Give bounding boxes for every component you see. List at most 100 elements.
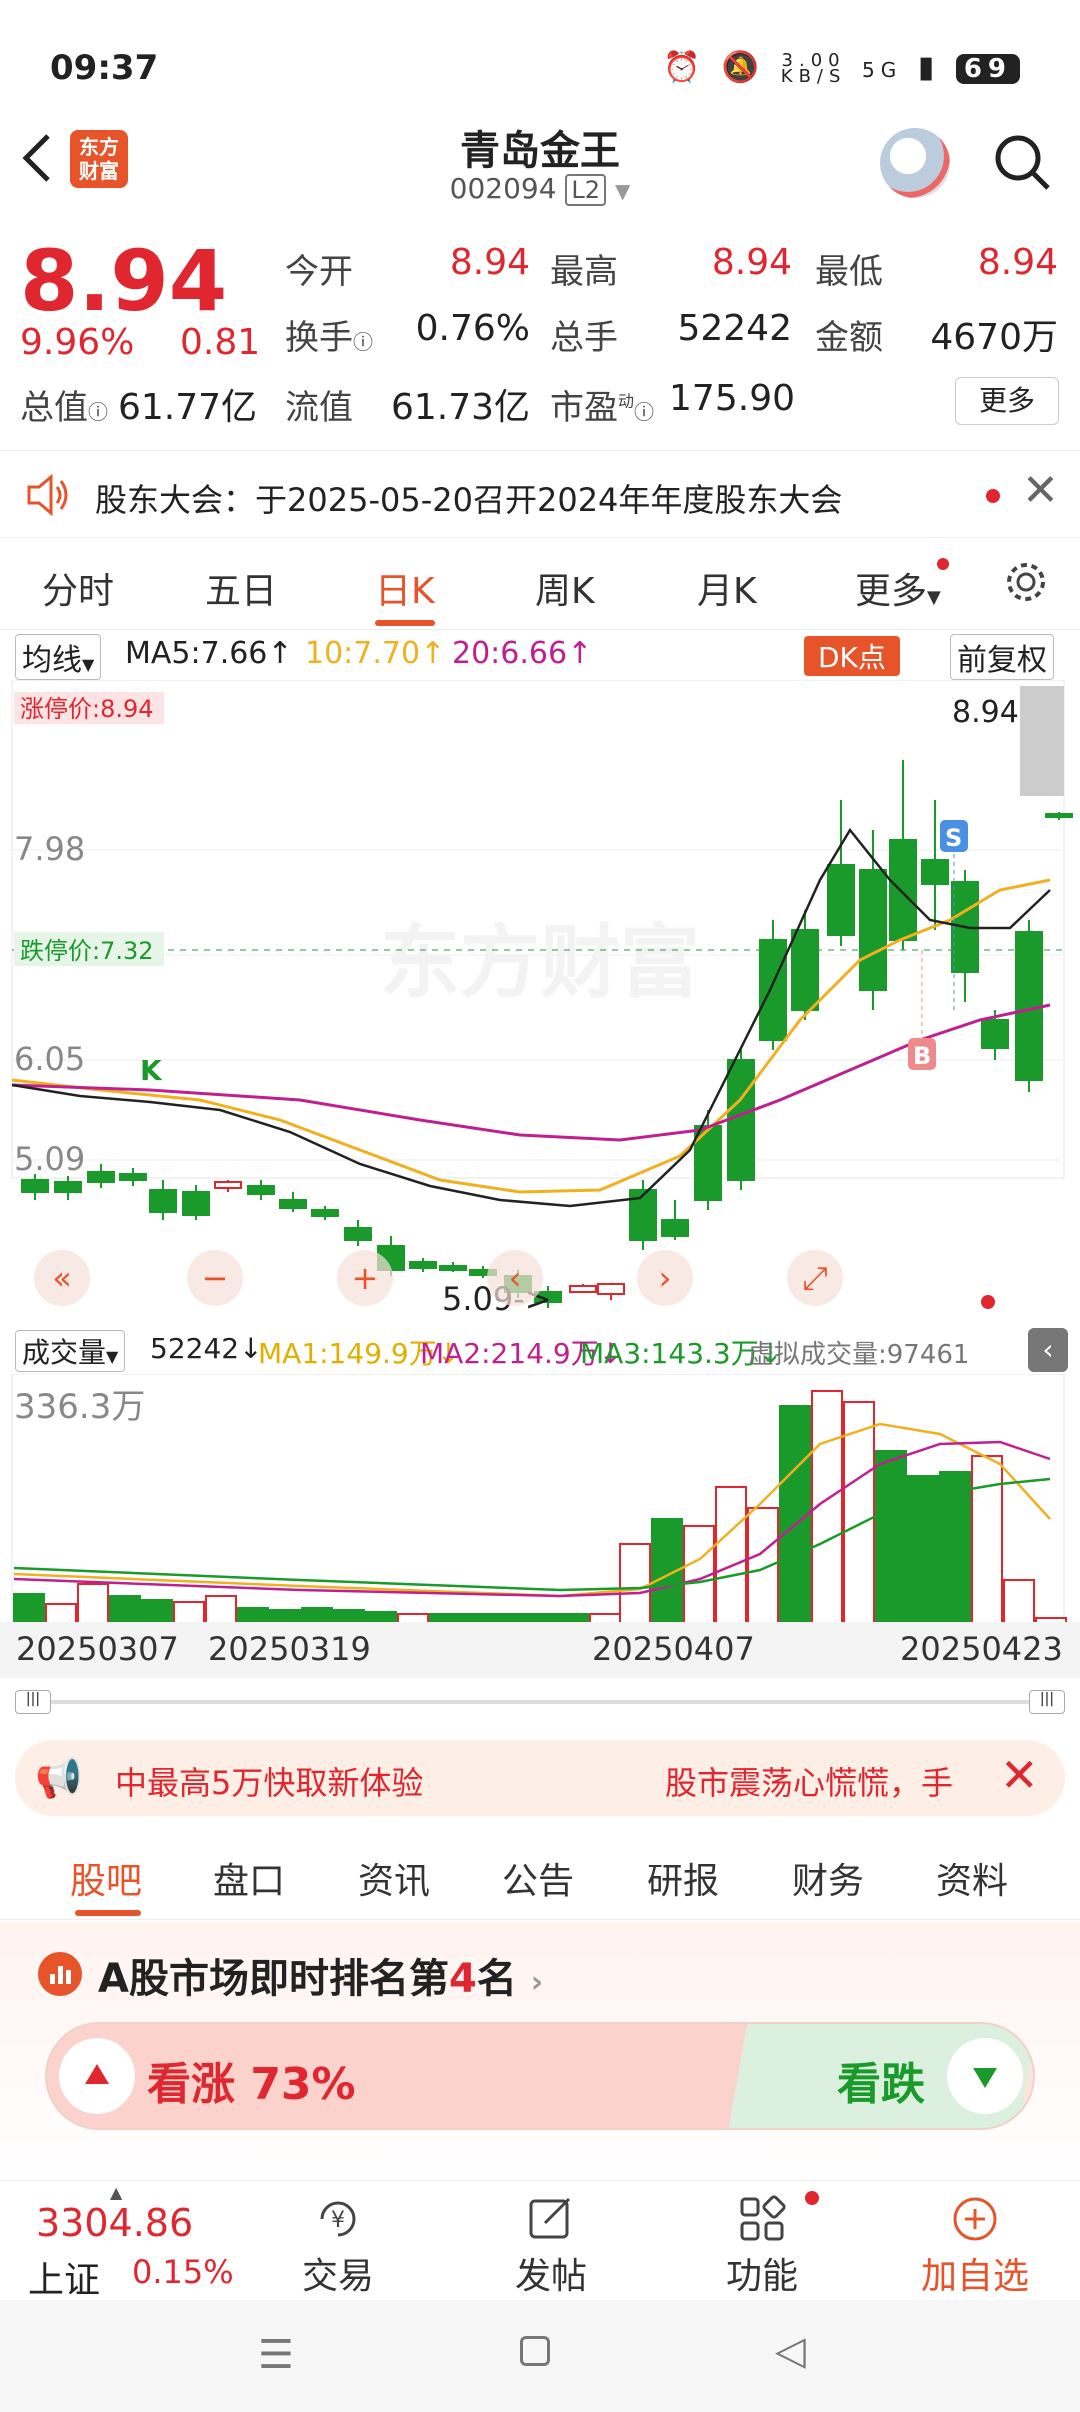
vote-down-button[interactable] bbox=[947, 2038, 1023, 2114]
tab-five-day[interactable]: 五日 bbox=[205, 562, 277, 614]
dk-point-button[interactable]: DK点 bbox=[804, 636, 900, 676]
adjust-button[interactable]: 前复权 bbox=[950, 634, 1054, 680]
vote-up-button[interactable] bbox=[59, 2038, 135, 2114]
active-tab-indicator bbox=[75, 1910, 141, 1916]
candle-body bbox=[344, 1227, 372, 1241]
tab-monthly-k[interactable]: 月K bbox=[697, 562, 757, 614]
change-amount: 0.81 bbox=[180, 322, 261, 363]
tab-news[interactable]: 资讯 bbox=[358, 1852, 430, 1904]
triangle-up-icon bbox=[85, 2064, 109, 2084]
volume-bar bbox=[45, 1603, 77, 1625]
home-icon[interactable] bbox=[520, 2336, 550, 2366]
megaphone-icon: 📢 bbox=[35, 1756, 83, 1800]
close-icon[interactable]: ✕ bbox=[1000, 1748, 1039, 1802]
ma20-line bbox=[11, 1003, 1051, 1142]
network-type: 5G bbox=[861, 58, 903, 82]
candle-body bbox=[859, 869, 887, 991]
volume-bar bbox=[875, 1450, 907, 1625]
candle-body bbox=[311, 1209, 339, 1217]
volume-indicator-row: 成交量▼ 52242↓ MA1:149.9万↓ MA2:214.9万↓ MA3:… bbox=[0, 1322, 1080, 1374]
menu-icon[interactable]: ☰ bbox=[258, 2332, 294, 2378]
chart-control-button[interactable]: + bbox=[337, 1250, 393, 1306]
chart-control-button[interactable]: ⤢ bbox=[787, 1250, 843, 1306]
candle-body bbox=[409, 1261, 437, 1269]
collapse-panel-icon[interactable]: ‹ bbox=[1028, 1328, 1068, 1372]
high-label: 最高 bbox=[550, 252, 618, 292]
more-quote-button[interactable]: 更多 bbox=[955, 377, 1059, 425]
tab-finance[interactable]: 财务 bbox=[792, 1852, 864, 1904]
tab-more[interactable]: 更多▼ bbox=[855, 562, 941, 614]
limit-down-label: 跌停价:7.32 bbox=[20, 937, 154, 965]
back-nav-icon[interactable]: ◁ bbox=[775, 2328, 806, 2374]
chart-control-button[interactable]: ‹ bbox=[487, 1250, 543, 1306]
tab-daily-k[interactable]: 日K bbox=[375, 562, 435, 614]
date-axis: 20250307 20250319 20250407 20250423 bbox=[0, 1622, 1080, 1678]
sell-marker: S bbox=[945, 824, 962, 852]
index-value[interactable]: 3304.86 bbox=[36, 2201, 193, 2245]
status-bar: 09:37 ⏰ 🔕 3.00 KB/S 5G ▮ 69 bbox=[0, 0, 1080, 110]
tab-guba[interactable]: 股吧 bbox=[70, 1852, 142, 1904]
candle-body bbox=[661, 1219, 689, 1237]
change-percent: 9.96% bbox=[20, 322, 135, 363]
scroll-handle-left[interactable]: ||| bbox=[15, 1690, 51, 1714]
post-button[interactable]: 发帖 bbox=[481, 2191, 621, 2299]
net-unit: KB/S bbox=[780, 65, 847, 87]
ranking-chart-icon bbox=[38, 1952, 82, 1996]
scroll-handle-right[interactable]: ||| bbox=[1029, 1690, 1065, 1714]
trade-button[interactable]: ¥ 交易 bbox=[268, 2191, 408, 2299]
candle-body bbox=[149, 1189, 177, 1213]
chart-control-glyph: ⤢ bbox=[802, 1259, 828, 1297]
vote-down-label: 看跌 bbox=[837, 2059, 925, 2110]
float-label: 流值 bbox=[285, 388, 353, 428]
volume-bar bbox=[205, 1595, 237, 1625]
current-price: 8.94 bbox=[20, 232, 228, 330]
close-icon[interactable]: ✕ bbox=[1022, 465, 1059, 516]
active-tab-indicator bbox=[375, 620, 435, 626]
search-icon[interactable] bbox=[990, 130, 1054, 194]
tab-research[interactable]: 研报 bbox=[647, 1852, 719, 1904]
candle-body bbox=[214, 1181, 242, 1189]
tab-weekly-k[interactable]: 周K bbox=[535, 562, 595, 614]
triangle-down-icon bbox=[973, 2068, 997, 2088]
chart-control-button[interactable]: › bbox=[637, 1250, 693, 1306]
date-label: 20250319 bbox=[208, 1630, 371, 1668]
chart-control-button[interactable]: − bbox=[187, 1250, 243, 1306]
promo-banner[interactable]: 📢 中最高5万快取新体验 股市震荡心慌慌，手 ✕ bbox=[15, 1740, 1065, 1816]
candle-body bbox=[569, 1285, 597, 1293]
date-label: 20250307 bbox=[16, 1630, 179, 1668]
add-favorite-button[interactable]: 加自选 bbox=[905, 2191, 1045, 2299]
ma-selector[interactable]: 均线▼ bbox=[15, 634, 102, 680]
indicator-selector[interactable]: 成交量▼ bbox=[15, 1330, 126, 1372]
assistant-avatar[interactable] bbox=[880, 128, 950, 198]
settings-gear-icon[interactable] bbox=[1002, 558, 1050, 610]
tab-pankou[interactable]: 盘口 bbox=[213, 1852, 285, 1904]
functions-button[interactable]: 功能 bbox=[692, 2191, 832, 2299]
chart-scrollbar[interactable]: ||| ||| bbox=[15, 1688, 1065, 1716]
ranking-panel: A股市场即时排名第4名 › 看涨 73% 看跌 bbox=[0, 1922, 1080, 2182]
tab-intraday[interactable]: 分时 bbox=[42, 562, 114, 614]
tab-profile[interactable]: 资料 bbox=[936, 1852, 1008, 1904]
status-time: 09:37 bbox=[50, 48, 159, 88]
chart-control-button[interactable]: « bbox=[34, 1250, 90, 1306]
volume-bar bbox=[141, 1599, 173, 1625]
low-label: 最低 bbox=[815, 252, 883, 292]
volume-chart[interactable]: 336.3万 bbox=[0, 1373, 1080, 1634]
volume-bar bbox=[907, 1475, 939, 1625]
edit-icon bbox=[481, 2191, 621, 2247]
candle-body bbox=[981, 1019, 1009, 1049]
kline-chart[interactable]: 7.987.026.055.09东方财富涨停价:8.948.94->跌停价:7.… bbox=[0, 679, 1080, 1320]
volume-bar bbox=[939, 1471, 971, 1625]
high-value: 8.94 bbox=[711, 242, 792, 283]
volume-bar bbox=[747, 1507, 779, 1625]
chart-control-glyph: › bbox=[659, 1259, 672, 1297]
notice-bar[interactable]: 股东大会：于2025-05-20召开2024年年度股东大会 ✕ bbox=[0, 450, 1080, 538]
level2-badge: L2 bbox=[565, 174, 607, 206]
dropdown-icon: ▼ bbox=[82, 655, 95, 674]
watermark: 东方财富 bbox=[380, 916, 700, 1009]
ranking-title[interactable]: A股市场即时排名第4名 › bbox=[98, 1946, 543, 2004]
unread-dot bbox=[805, 2191, 819, 2205]
candle-body bbox=[889, 839, 917, 941]
tab-announcements[interactable]: 公告 bbox=[502, 1852, 574, 1904]
volume-bar bbox=[619, 1543, 651, 1625]
speaker-icon bbox=[25, 473, 71, 521]
